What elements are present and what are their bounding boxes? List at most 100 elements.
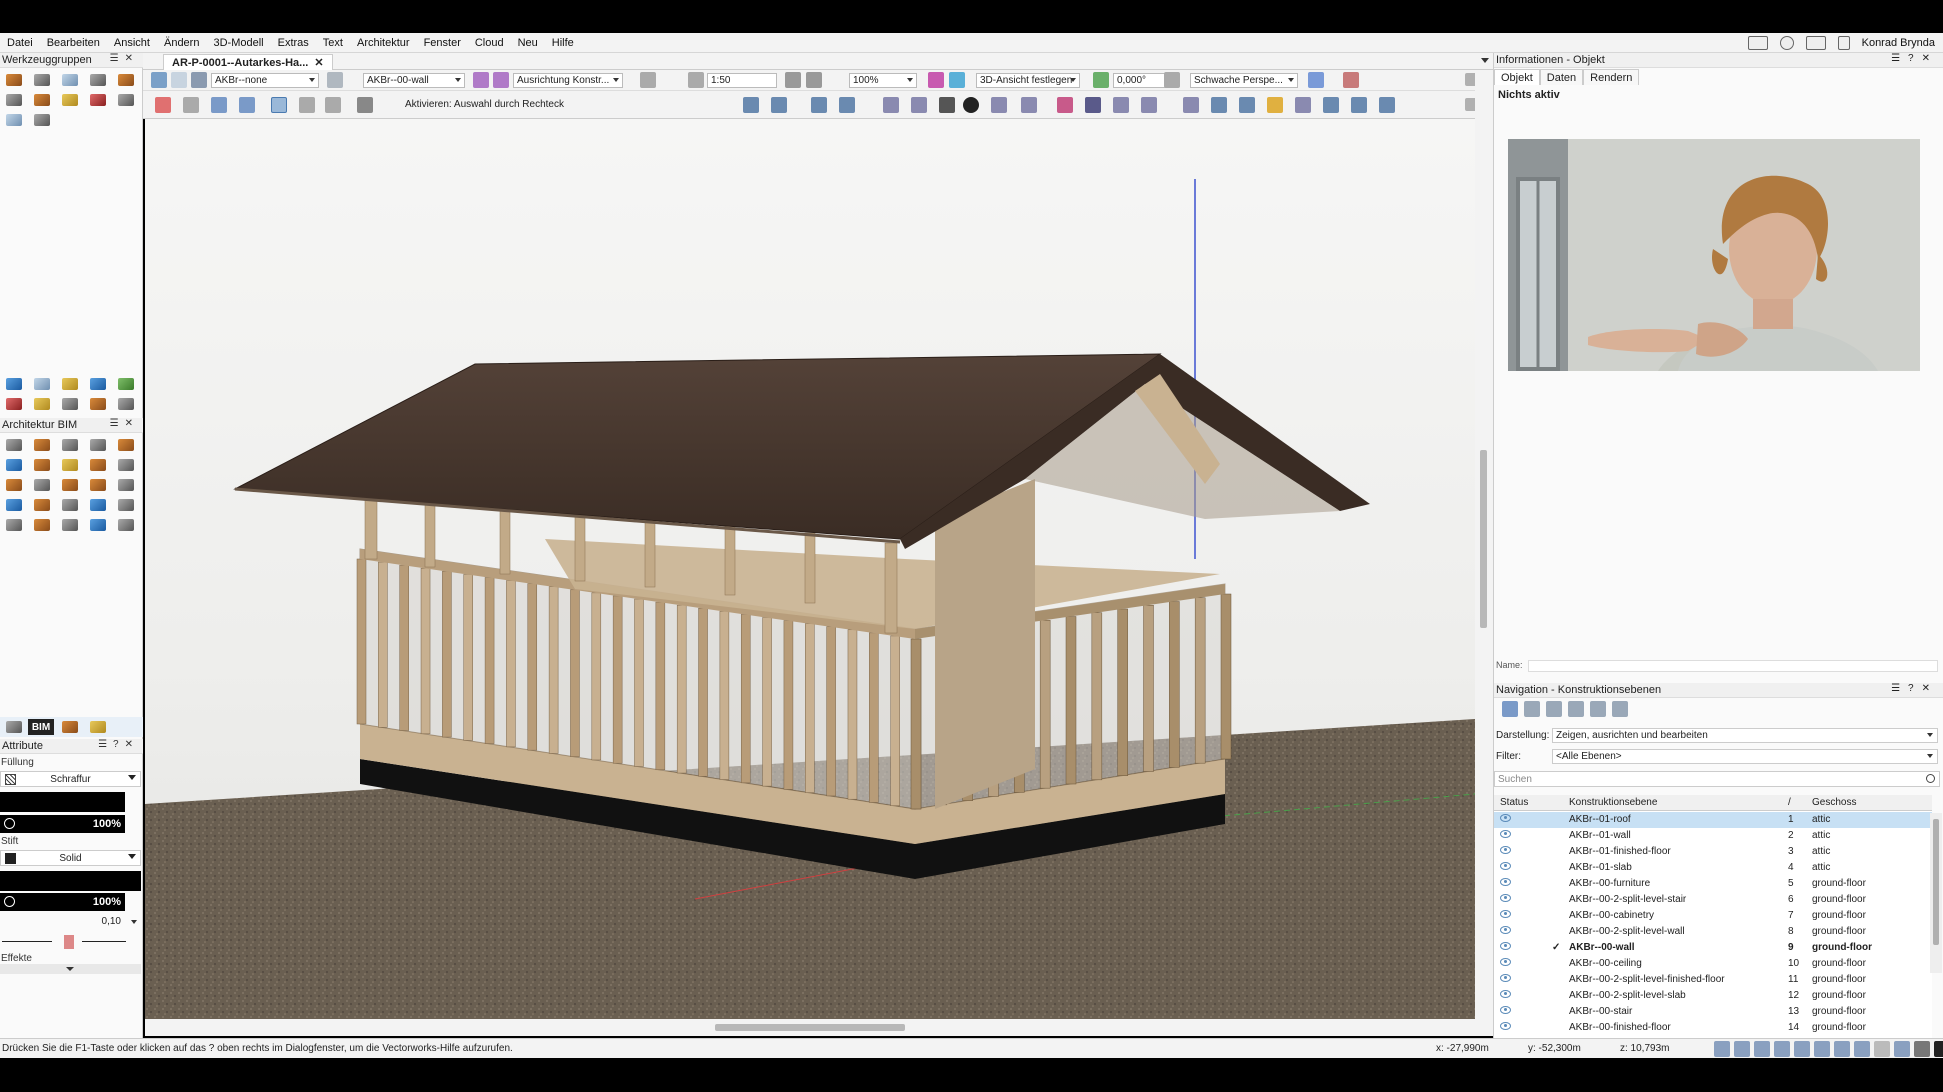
beam-tool-icon[interactable] — [114, 71, 138, 89]
vertical-scrollbar[interactable] — [1475, 70, 1493, 1036]
table-row[interactable]: AKBr--00-2-split-level-slab 12 ground-floo… — [1494, 988, 1932, 1004]
render-mode-icon[interactable] — [640, 72, 656, 88]
roof-tool-icon[interactable] — [114, 436, 138, 454]
table-row[interactable]: AKBr--00-finished-floor 14 ground-floor — [1494, 1020, 1932, 1036]
menu-cloud[interactable]: Cloud — [468, 37, 511, 49]
pipe-set-icon[interactable] — [114, 395, 138, 413]
dimension-tool-icon[interactable] — [2, 516, 26, 534]
visualize-set-icon[interactable] — [2, 395, 26, 413]
wall-tool-icon[interactable] — [30, 436, 54, 454]
table-row[interactable]: AKBr--00-ceiling 10 ground-floor — [1494, 956, 1932, 972]
select-mode-1-icon[interactable] — [211, 97, 227, 113]
selection-tool-icon[interactable] — [2, 436, 26, 454]
menu-neu[interactable]: Neu — [511, 37, 545, 49]
eye-icon[interactable] — [1500, 814, 1511, 822]
horizontal-scrollbar[interactable] — [145, 1019, 1475, 1036]
tab-daten[interactable]: Daten — [1539, 69, 1584, 85]
window-icon[interactable] — [1295, 97, 1311, 113]
dimension-tool-icon[interactable] — [86, 91, 110, 109]
stair-tool-icon[interactable] — [2, 91, 26, 109]
sheet-icon[interactable] — [1164, 72, 1180, 88]
stack-icon[interactable] — [1379, 97, 1395, 113]
table-row[interactable]: AKBr--01-slab 4 attic — [1494, 860, 1932, 876]
section-tool-icon[interactable] — [58, 496, 82, 514]
attribute-expand-handle[interactable] — [0, 964, 141, 974]
menu-text[interactable]: Text — [316, 37, 350, 49]
snap-working-plane-icon[interactable] — [1894, 1041, 1910, 1057]
window-tool-icon[interactable] — [86, 436, 110, 454]
marker-tool-icon[interactable] — [114, 516, 138, 534]
3d-view-icon[interactable] — [949, 72, 965, 88]
furniture-set-icon[interactable] — [58, 395, 82, 413]
view-dropdown[interactable]: 3D-Ansicht festlegen — [976, 73, 1080, 88]
selection-options-icon[interactable] — [357, 97, 373, 113]
hatch-tool-icon[interactable] — [114, 91, 138, 109]
settings-icon[interactable] — [771, 97, 787, 113]
eye-icon[interactable] — [1500, 846, 1511, 854]
eye-icon[interactable] — [1500, 942, 1511, 950]
landscape-set-icon[interactable] — [114, 375, 138, 393]
camera-icon[interactable] — [1343, 72, 1359, 88]
tab-rendern[interactable]: Rendern — [1583, 69, 1640, 85]
menu-hilfe[interactable]: Hilfe — [545, 37, 581, 49]
fill-opacity-field[interactable]: 100% — [0, 815, 125, 833]
curtain-wall-icon[interactable] — [2, 456, 26, 474]
viewports-icon[interactable] — [1568, 701, 1584, 717]
eye-icon[interactable] — [1500, 878, 1511, 886]
table-row[interactable]: ✓ AKBr--00-wall 9 ground-floor — [1494, 940, 1932, 956]
palette-controls[interactable]: ☰✕ — [110, 418, 139, 429]
col-layer[interactable]: Konstruktionsebene — [1569, 797, 1657, 808]
eye-icon[interactable] — [1500, 894, 1511, 902]
snap-object-icon[interactable] — [1734, 1041, 1750, 1057]
slab-tool-icon[interactable] — [58, 71, 82, 89]
pen-opacity-field[interactable]: 100% — [0, 893, 125, 911]
back-arrow-icon[interactable] — [151, 72, 167, 88]
scale-icon[interactable] — [688, 72, 704, 88]
slab-tool-icon[interactable] — [30, 456, 54, 474]
tab-objekt[interactable]: Objekt — [1494, 69, 1540, 85]
display-dropdown[interactable]: Zeigen, ausrichten und bearbeiten — [1552, 728, 1938, 743]
menu-extras[interactable]: Extras — [271, 37, 316, 49]
views-icon[interactable] — [1590, 701, 1606, 717]
mesh-tool-icon[interactable] — [30, 111, 54, 129]
mail-icon[interactable] — [1805, 36, 1826, 50]
stair-tool-icon[interactable] — [30, 516, 54, 534]
fill-type-dropdown[interactable]: Schraffur — [0, 771, 141, 787]
vertical-scroll-thumb[interactable] — [1480, 450, 1487, 628]
table-row[interactable]: AKBr--00-2-split-level-stair 6 ground-floo… — [1494, 892, 1932, 908]
fit-view-icon[interactable] — [785, 72, 801, 88]
building-set-icon[interactable] — [58, 375, 82, 393]
zoom-dropdown[interactable]: 100% — [849, 73, 917, 88]
filter-icon[interactable] — [1239, 97, 1255, 113]
dims-set-icon[interactable] — [2, 375, 26, 393]
line-start-marker[interactable] — [2, 941, 52, 942]
floor-tool-icon[interactable] — [30, 496, 54, 514]
walkthrough-icon[interactable] — [811, 97, 827, 113]
text-tool-icon[interactable] — [114, 496, 138, 514]
menu-bearbeiten[interactable]: Bearbeiten — [40, 37, 107, 49]
name-field[interactable] — [1528, 660, 1938, 672]
eye-icon[interactable] — [1500, 1022, 1511, 1030]
beam-tool-icon[interactable] — [30, 476, 54, 494]
home-icon[interactable] — [1747, 36, 1768, 50]
table-row[interactable]: AKBr--00-2-split-level-wall 8 ground-floor — [1494, 924, 1932, 940]
snap-distance-icon[interactable] — [1794, 1041, 1810, 1057]
roof-tool-icon[interactable] — [30, 91, 54, 109]
document-tab[interactable]: AR-P-0001--Autarkes-Ha... ✕ — [163, 54, 333, 70]
menu-datei[interactable]: Datei — [0, 37, 40, 49]
chevron-down-icon[interactable] — [1481, 58, 1489, 63]
column-tool-icon[interactable] — [2, 476, 26, 494]
grid-icon[interactable] — [1323, 97, 1339, 113]
shaded-icon[interactable] — [991, 97, 1007, 113]
filter-dropdown[interactable]: <Alle Ebenen> — [1552, 749, 1938, 764]
references-icon[interactable] — [1612, 701, 1628, 717]
eye-icon[interactable] — [1500, 990, 1511, 998]
pen-type-dropdown[interactable]: Solid — [0, 850, 141, 866]
table-row[interactable]: AKBr--00-2-split-level-finished-floor 11 g… — [1494, 972, 1932, 988]
layer-table-scroll-thumb[interactable] — [1933, 819, 1939, 945]
table-row[interactable]: AKBr--00-stair 13 ground-floor — [1494, 1004, 1932, 1020]
railing-tool-icon[interactable] — [114, 456, 138, 474]
eye-icon[interactable] — [1500, 974, 1511, 982]
eye-icon[interactable] — [1500, 830, 1511, 838]
lasso-select-icon[interactable] — [299, 97, 315, 113]
